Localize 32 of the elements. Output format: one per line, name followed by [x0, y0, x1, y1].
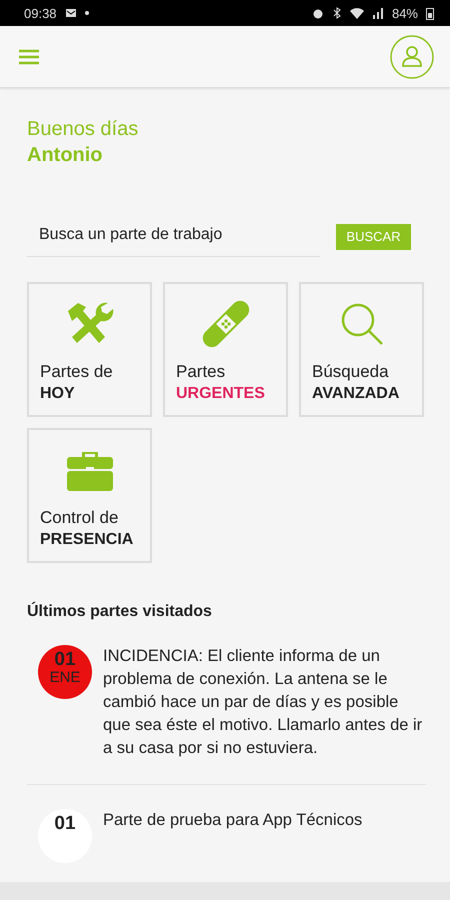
section-heading: Últimos partes visitados: [27, 603, 213, 621]
profile-button[interactable]: [390, 34, 434, 78]
user-name: Antonio: [27, 143, 104, 168]
tile-label: Partes de: [40, 361, 113, 383]
signal-icon: [372, 7, 384, 19]
clock-time: 09:38: [24, 6, 57, 20]
menu-tile[interactable]: Partes de HOY: [27, 282, 152, 417]
date-badge: 01 ENE: [38, 645, 92, 699]
tile-label: Partes: [176, 361, 226, 383]
work-order-text[interactable]: Parte de prueba para App Técnicos: [103, 809, 423, 863]
menu-icon[interactable]: [18, 48, 40, 64]
wifi-icon: [350, 7, 364, 19]
greeting-text: Buenos días: [27, 117, 140, 142]
search-icon: [340, 302, 384, 346]
work-order-text[interactable]: INCIDENCIA: El cliente informa de un problema de conexión. La antena se le cambió hace un par de días y es posible que sea éste el motivo. Llamarlo antes de ir a su casa por si no estuviera.: [103, 645, 423, 760]
battery-percentage: 84%: [392, 6, 418, 20]
dot-icon: [84, 11, 89, 15]
notification-icon: [64, 7, 77, 19]
search-field[interactable]: Busca un parte de trabajo: [27, 218, 320, 257]
alarm-icon: [312, 7, 324, 19]
tile-label-emphasis: AVANZADA: [312, 384, 400, 404]
menu-tile[interactable]: Partes URGENTES: [163, 282, 288, 417]
date-badge: 01: [38, 809, 92, 863]
battery-icon: [426, 6, 434, 20]
tile-label: Control de: [40, 507, 118, 529]
tile-label-emphasis: URGENTES: [176, 384, 265, 404]
tile-label-emphasis: HOY: [40, 384, 75, 404]
menu-tile[interactable]: Control de PRESENCIA: [27, 428, 152, 563]
bluetooth-icon: [332, 7, 342, 19]
tile-label-emphasis: PRESENCIA: [40, 530, 134, 550]
menu-tile[interactable]: Búsqueda AVANZADA: [299, 282, 424, 417]
tile-label: Búsqueda: [312, 361, 389, 383]
